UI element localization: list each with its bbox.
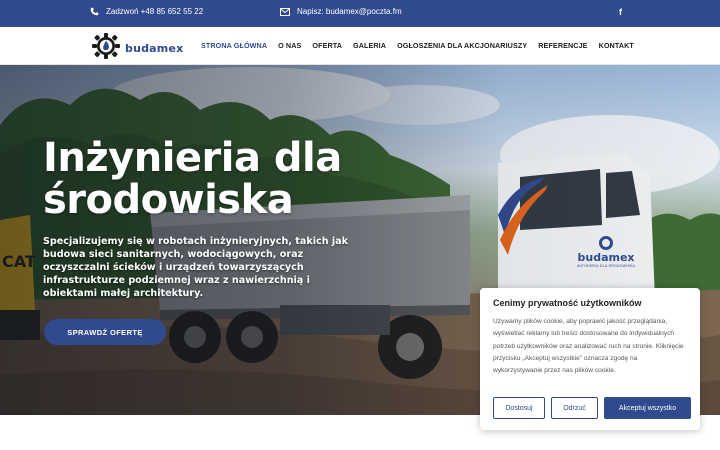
hero-lead: Specjalizujemy się w robotach inżynieryj… — [43, 236, 349, 299]
cookie-title: Cenimy prywatność użytkowników — [493, 298, 642, 308]
nav-item-offer[interactable]: OFERTA — [312, 41, 342, 50]
cookie-text: Używamy plików cookie, aby poprawić jako… — [493, 318, 684, 375]
logo-text: budamex — [125, 42, 184, 55]
phone-text: Zadzwoń +48 85 652 55 22 — [106, 7, 204, 16]
nav-item-shareholders[interactable]: OGŁOSZENIA DLA AKCJONARIUSZY — [397, 41, 527, 50]
check-offer-button[interactable]: SPRAWDŹ OFERTĘ — [44, 319, 166, 345]
cookie-consent-dialog: Cenimy prywatność użytkowników Używamy p… — [480, 288, 700, 430]
truck-brand-subtext: INŻYNIERIA DLA ŚRODOWISKA — [576, 264, 636, 268]
nav-item-references[interactable]: REFERENCJE — [538, 41, 587, 50]
phone-icon — [90, 7, 99, 16]
top-contact-bar: Zadzwoń +48 85 652 55 22 Napisz: budamex… — [0, 0, 720, 27]
nav-item-about[interactable]: O NAS — [278, 41, 301, 50]
main-navigation: budamex STRONA GŁÓWNA O NAS OFERTA GALER… — [0, 27, 720, 65]
email-text: Napisz: budamex@poczta.fm — [297, 7, 402, 16]
phone-contact[interactable]: Zadzwoń +48 85 652 55 22 — [90, 7, 203, 16]
logo-icon — [92, 33, 120, 64]
nav-item-home[interactable]: STRONA GŁÓWNA — [201, 41, 267, 50]
nav-item-gallery[interactable]: GALERIA — [353, 41, 386, 50]
site-logo[interactable]: budamex — [92, 33, 183, 64]
envelope-icon — [280, 7, 290, 16]
truck-brand-text: budamex — [577, 251, 635, 264]
email-contact[interactable]: Napisz: budamex@poczta.fm — [280, 7, 402, 16]
excavator-brand: CAT — [2, 252, 36, 271]
hero-title: Inżynieria dla środowiska — [43, 135, 342, 223]
cookie-buttons: Dostosuj Odrzuć Akceptuj wszystko — [493, 397, 691, 419]
nav-item-contact[interactable]: KONTAKT — [599, 41, 634, 50]
reject-cookies-button[interactable]: Odrzuć — [551, 397, 598, 419]
accept-all-cookies-button[interactable]: Akceptuj wszystko — [604, 397, 691, 419]
facebook-icon[interactable]: f — [619, 7, 622, 17]
truck-logo-icon — [599, 236, 613, 250]
customize-cookies-button[interactable]: Dostosuj — [493, 397, 545, 419]
truck-brand-logo: budamex INŻYNIERIA DLA ŚRODOWISKA — [566, 236, 646, 268]
nav-menu: STRONA GŁÓWNA O NAS OFERTA GALERIA OGŁOS… — [201, 41, 645, 50]
